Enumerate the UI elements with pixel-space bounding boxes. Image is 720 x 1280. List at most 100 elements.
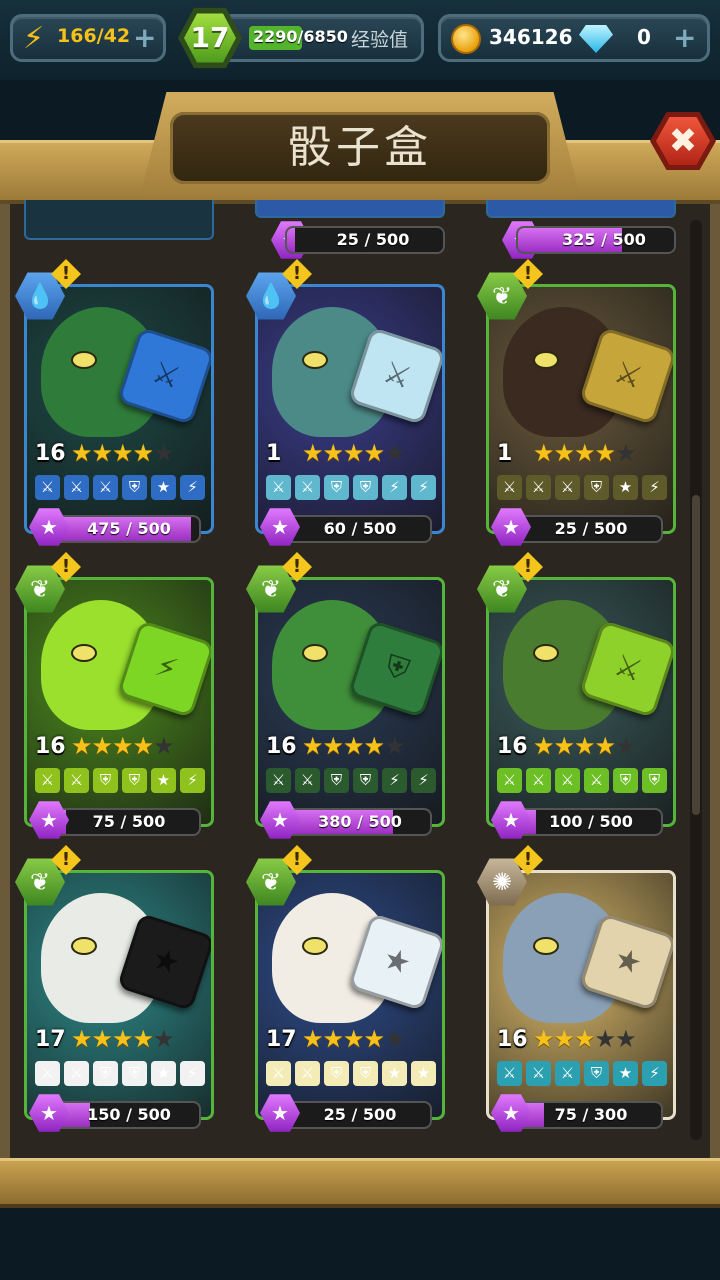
star-rating: ★★★★★ bbox=[302, 439, 406, 467]
star-icon: ★ bbox=[153, 439, 174, 467]
card-partial[interactable] bbox=[255, 200, 445, 218]
scrollbar-thumb[interactable] bbox=[692, 495, 700, 815]
card-level: 16 bbox=[266, 734, 297, 759]
die-face-icon: ⛨ bbox=[353, 1061, 378, 1086]
die-face-icon: ⚔ bbox=[64, 475, 89, 500]
coin-value: 346126 bbox=[489, 25, 573, 49]
dice-card[interactable]: ⛨ 16 ★★★★★ ⚔ ⚔ ⛨ ⛨ ⚡ ⚡ ❦ ! 380 / 500 ★ bbox=[246, 552, 445, 839]
star-icon: ★ bbox=[91, 439, 113, 467]
creature-art: ⚔ 16 ★★★★★ ⚔ ⚔ ⚔ ⚔ ⛨ ⛨ bbox=[489, 580, 673, 824]
card-stats: 16 ★★★★★ bbox=[258, 732, 442, 764]
dice-card[interactable]: ⚔ 16 ★★★★★ ⚔ ⚔ ⚔ ⛨ ★ ⚡ 💧 ! 475 / 500 ★ bbox=[15, 259, 214, 546]
star-icon: ★ bbox=[302, 732, 323, 760]
creature-eye bbox=[302, 937, 328, 955]
card-progress-bar: 25 / 500 bbox=[285, 226, 445, 254]
star-icon: ★ bbox=[574, 439, 595, 467]
xp-label: 经验值 bbox=[351, 29, 409, 51]
star-rating: ★★★★★ bbox=[302, 1025, 406, 1053]
currency-counter: 346126 0 + bbox=[438, 14, 710, 62]
creature-art: ⛨ 16 ★★★★★ ⚔ ⚔ ⛨ ⛨ ⚡ ⚡ bbox=[258, 580, 442, 824]
dice-card[interactable]: ★ 17 ★★★★★ ⚔ ⚔ ⛨ ⛨ ★ ⚡ ❦ ! 150 / 500 ★ bbox=[15, 845, 214, 1132]
card-stats: 16 ★★★★★ bbox=[489, 1025, 673, 1057]
creature-art: ★ 16 ★★★★★ ⚔ ⚔ ⚔ ⛨ ★ ⚡ bbox=[489, 873, 673, 1117]
die-face-icon: ⚔ bbox=[266, 475, 291, 500]
add-energy-button[interactable]: + bbox=[133, 23, 156, 53]
star-icon: ★ bbox=[322, 732, 344, 760]
die-face-icon: ⚔ bbox=[35, 768, 60, 793]
creature-eye bbox=[71, 937, 97, 955]
star-icon: ★ bbox=[615, 1025, 636, 1053]
star-icon: ★ bbox=[615, 732, 636, 760]
energy-counter: ⚡ 166/42 + bbox=[10, 14, 166, 62]
die-face-icon: ⚔ bbox=[64, 768, 89, 793]
die-face-icon: ⛨ bbox=[122, 475, 147, 500]
creature-eye bbox=[71, 644, 97, 662]
card-level: 17 bbox=[35, 1027, 66, 1052]
dice-card[interactable]: ⚡ 16 ★★★★★ ⚔ ⚔ ⛨ ⛨ ★ ⚡ ❦ ! 75 / 500 ★ bbox=[15, 552, 214, 839]
die-face-icon: ⚔ bbox=[295, 1061, 320, 1086]
die-face-icon: ⛨ bbox=[353, 768, 378, 793]
panel-bottom-wood-frame bbox=[0, 1158, 720, 1208]
star-icon: ★ bbox=[302, 439, 323, 467]
star-icon: ★ bbox=[574, 732, 595, 760]
die-face-icon: ⚡ bbox=[180, 1061, 205, 1086]
lightning-icon: ⚡ bbox=[23, 21, 45, 56]
die-faces-row: ⚔ ⚔ ⚔ ⛨ ★ ⚡ bbox=[497, 475, 669, 501]
star-icon: ★ bbox=[574, 1025, 595, 1053]
creature-eye bbox=[533, 644, 559, 662]
star-icon: ★ bbox=[384, 732, 405, 760]
die-face-icon: ⚡ bbox=[642, 1061, 667, 1086]
card-partial[interactable] bbox=[486, 200, 676, 218]
die-faces-row: ⚔ ⚔ ⛨ ⛨ ★ ★ bbox=[266, 1061, 438, 1087]
dice-card[interactable]: ⚔ 16 ★★★★★ ⚔ ⚔ ⚔ ⚔ ⛨ ⛨ ❦ ! 100 / 500 ★ bbox=[477, 552, 676, 839]
die-face-icon: ⚔ bbox=[266, 1061, 291, 1086]
die-face-icon: ⚡ bbox=[180, 768, 205, 793]
star-rating: ★★★★★ bbox=[302, 732, 406, 760]
die-face-icon: ⚔ bbox=[584, 768, 609, 793]
creature-art: ⚔ 1 ★★★★★ ⚔ ⚔ ⛨ ⛨ ⚡ ⚡ bbox=[258, 287, 442, 531]
add-diamond-button[interactable]: + bbox=[673, 23, 696, 53]
dice-card[interactable]: ⚔ 1 ★★★★★ ⚔ ⚔ ⚔ ⛨ ★ ⚡ ❦ ! 25 / 500 ★ bbox=[477, 259, 676, 546]
die-face-icon: ★ bbox=[613, 1061, 638, 1086]
die-face-icon: ⛨ bbox=[324, 1061, 349, 1086]
star-rating: ★★★★★ bbox=[71, 439, 175, 467]
die-faces-row: ⚔ ⚔ ⚔ ⛨ ★ ⚡ bbox=[35, 475, 207, 501]
die-face-icon: ⚔ bbox=[266, 768, 291, 793]
die-faces-row: ⚔ ⚔ ⚔ ⚔ ⛨ ⛨ bbox=[497, 768, 669, 794]
star-icon: ★ bbox=[322, 1025, 344, 1053]
dice-card[interactable]: ★ 17 ★★★★★ ⚔ ⚔ ⛨ ⛨ ★ ★ ❦ ! 25 / 500 ★ bbox=[246, 845, 445, 1132]
dice-card[interactable]: ★ 16 ★★★★★ ⚔ ⚔ ⚔ ⛨ ★ ⚡ ✺ ! 75 / 300 ★ bbox=[477, 845, 676, 1132]
die-face-icon: ⛨ bbox=[93, 1061, 118, 1086]
card-partial[interactable] bbox=[24, 200, 214, 240]
energy-value: 166/42 bbox=[57, 25, 131, 47]
card-level: 16 bbox=[497, 1027, 528, 1052]
card-stats: 16 ★★★★★ bbox=[27, 439, 211, 471]
die-face-icon: ⚡ bbox=[411, 475, 436, 500]
card-stats: 1 ★★★★★ bbox=[258, 439, 442, 471]
card-progress-bar: 325 / 500 bbox=[516, 226, 676, 254]
die-face-icon: ⚡ bbox=[382, 475, 407, 500]
creature-eye bbox=[71, 351, 97, 369]
star-icon: ★ bbox=[343, 1025, 364, 1053]
star-icon: ★ bbox=[363, 1025, 385, 1053]
die-face-icon: ⛨ bbox=[584, 1061, 609, 1086]
die-face-icon: ⛨ bbox=[324, 768, 349, 793]
star-icon: ★ bbox=[112, 1025, 133, 1053]
diamond-value: 0 bbox=[637, 25, 651, 49]
die-face-icon: ⛨ bbox=[353, 475, 378, 500]
star-icon: ★ bbox=[132, 732, 154, 760]
star-icon: ★ bbox=[112, 732, 133, 760]
star-icon: ★ bbox=[384, 1025, 405, 1053]
card-stats: 17 ★★★★★ bbox=[27, 1025, 211, 1057]
xp-value: 2290/6850 bbox=[253, 27, 348, 46]
dice-card[interactable]: ⚔ 1 ★★★★★ ⚔ ⚔ ⛨ ⛨ ⚡ ⚡ 💧 ! 60 / 500 ★ bbox=[246, 259, 445, 546]
star-icon: ★ bbox=[132, 1025, 154, 1053]
star-icon: ★ bbox=[594, 439, 616, 467]
star-icon: ★ bbox=[91, 732, 113, 760]
star-rating: ★★★★★ bbox=[71, 1025, 175, 1053]
star-icon: ★ bbox=[553, 439, 575, 467]
star-icon: ★ bbox=[533, 439, 554, 467]
star-icon: ★ bbox=[322, 439, 344, 467]
star-rating: ★★★★★ bbox=[71, 732, 175, 760]
die-face-icon: ⚡ bbox=[411, 768, 436, 793]
